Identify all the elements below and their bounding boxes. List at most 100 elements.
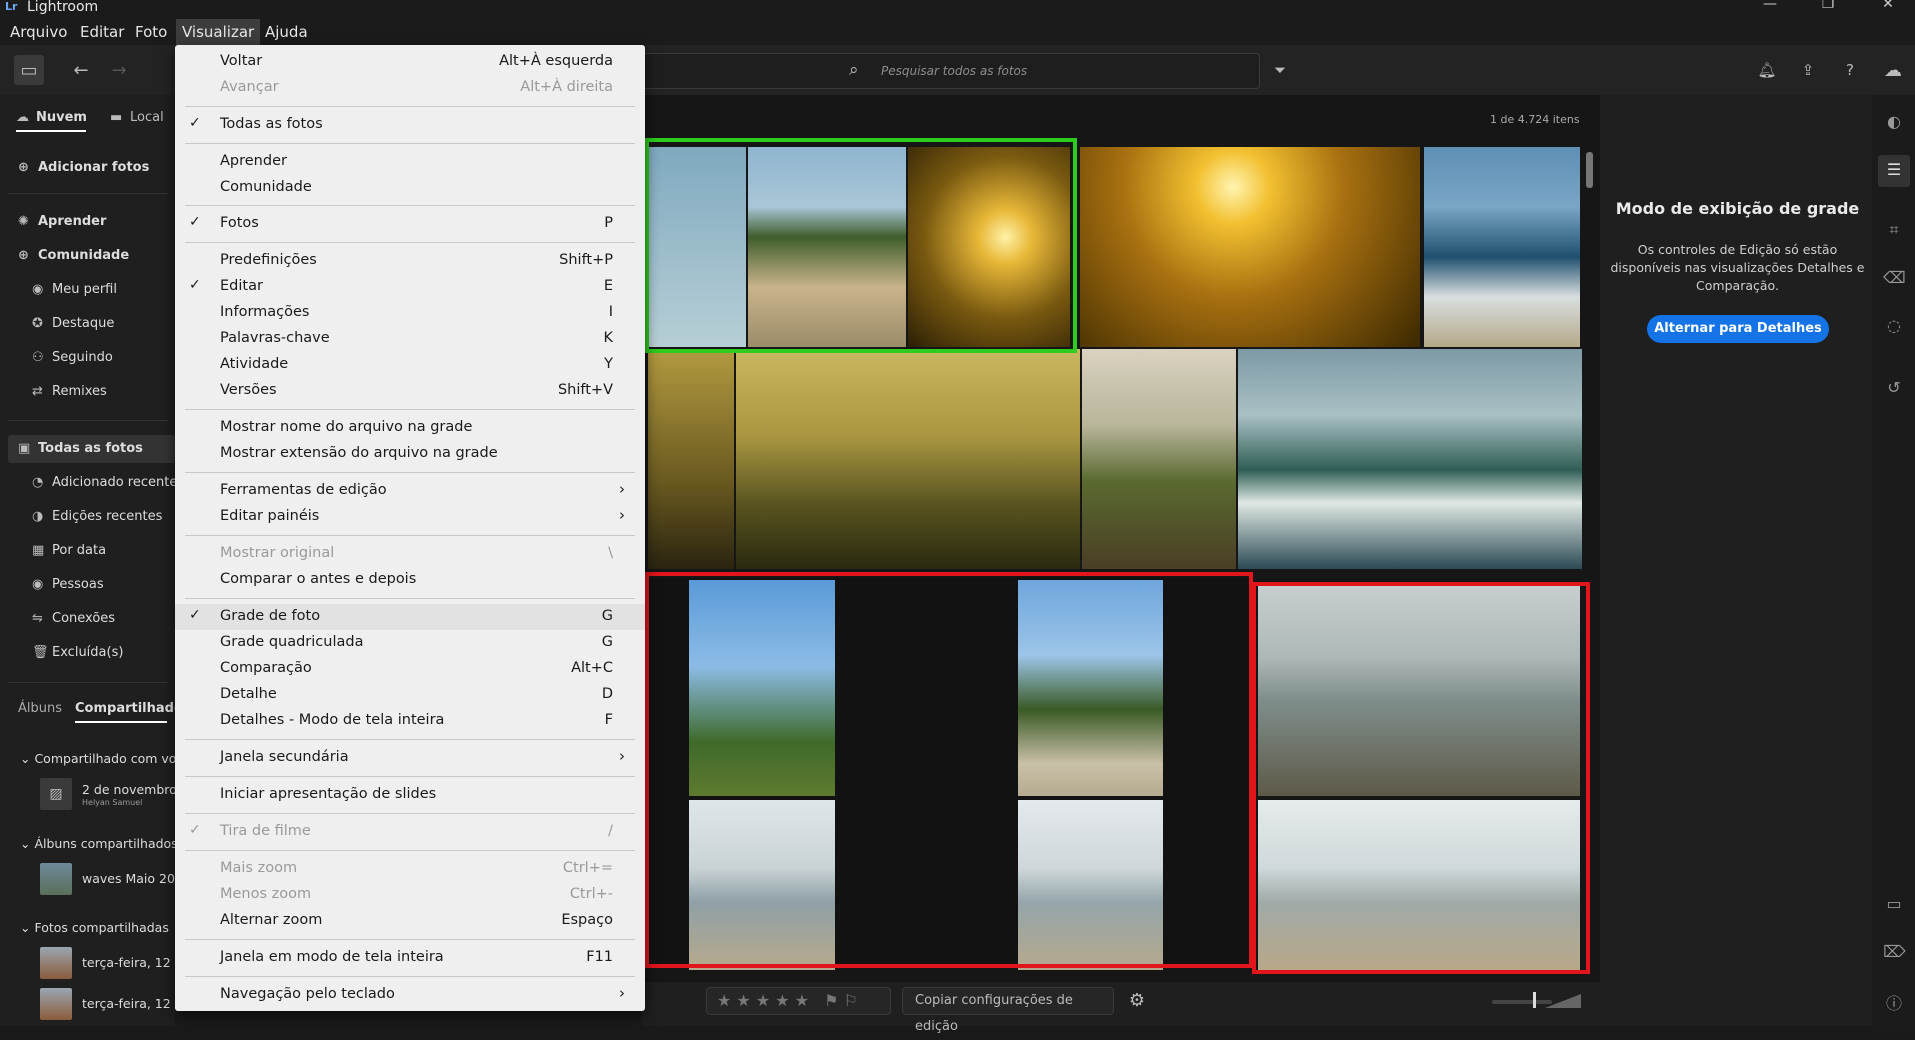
reject-flag-icon[interactable]: ⚐ bbox=[844, 991, 858, 1010]
back-arrow-icon[interactable]: ← bbox=[66, 55, 96, 85]
copy-edit-settings-button[interactable]: Copiar configurações de edição bbox=[902, 987, 1114, 1034]
help-icon[interactable]: ? bbox=[1835, 55, 1865, 85]
menu-item-show-original[interactable]: Mostrar original \ bbox=[175, 541, 645, 567]
menu-item-compare[interactable]: Comparação Alt+C bbox=[175, 656, 645, 682]
tag-icon[interactable]: ⌦ bbox=[1883, 942, 1906, 961]
menu-item-todas-as-fotos[interactable]: ✓ Todas as fotos bbox=[175, 112, 645, 138]
menu-visualizar[interactable]: Visualizar bbox=[176, 19, 261, 45]
menu-item-edit-panels[interactable]: Editar painéis › bbox=[175, 504, 645, 530]
comment-icon[interactable]: ▭ bbox=[1883, 894, 1905, 913]
menu-item-palavras-chave[interactable]: Palavras-chave K bbox=[175, 326, 645, 352]
chevron-right-icon: › bbox=[619, 506, 625, 524]
photo-thumbnail[interactable] bbox=[1424, 147, 1580, 347]
flag-icon[interactable]: ⚑ bbox=[824, 991, 838, 1010]
add-photos-button[interactable]: ⊕ Adicionar fotos bbox=[18, 160, 149, 175]
mask-icon[interactable]: ◌ bbox=[1883, 316, 1905, 335]
crop-icon[interactable]: ⌗ bbox=[1883, 220, 1905, 240]
menu-item-comunidade[interactable]: Comunidade bbox=[175, 175, 645, 201]
tab-albums[interactable]: Álbuns bbox=[18, 701, 62, 716]
photo-thumbnail[interactable] bbox=[1080, 147, 1420, 347]
sidebar-item-learn[interactable]: ✺ Aprender bbox=[18, 214, 106, 229]
history-icon[interactable]: ↺ bbox=[1883, 378, 1905, 397]
menu-item-detail[interactable]: Detalhe D bbox=[175, 682, 645, 708]
menu-item-zoom-in[interactable]: Mais zoom Ctrl+= bbox=[175, 856, 645, 882]
menu-item-keyboard-navigation[interactable]: Navegação pelo teclado › bbox=[175, 982, 645, 1008]
menu-item-edit-tools[interactable]: Ferramentas de edição › bbox=[175, 478, 645, 504]
album-item[interactable]: waves Maio 202 bbox=[82, 871, 183, 886]
section-shared-albums[interactable]: ⌄ Álbuns compartilhados bbox=[20, 836, 178, 851]
menu-item-fullscreen-window[interactable]: Janela em modo de tela inteira F11 bbox=[175, 945, 645, 971]
menu-item-toggle-zoom[interactable]: Alternar zoom Espaço bbox=[175, 908, 645, 934]
sidebar-item-recent-edits[interactable]: ◑ Edições recentes bbox=[32, 509, 162, 524]
presets-icon[interactable]: ◐ bbox=[1883, 112, 1905, 131]
gear-icon[interactable]: ⚙ bbox=[1122, 987, 1152, 1015]
search-input[interactable]: ⌕ Pesquisar todos as fotos bbox=[640, 53, 1260, 89]
grid-mode-description: Os controles de Edição só estão disponív… bbox=[1610, 242, 1865, 293]
sidebar-item-recently-added[interactable]: ◔ Adicionado recentem bbox=[32, 475, 190, 490]
menu-item-avancar[interactable]: Avançar Alt+À direita bbox=[175, 75, 645, 101]
photo-thumbnail[interactable] bbox=[1082, 349, 1236, 569]
menu-item-editar[interactable]: ✓ Editar E bbox=[175, 274, 645, 300]
slider-handle[interactable] bbox=[1533, 992, 1536, 1008]
tab-cloud[interactable]: ☁ Nuvem bbox=[16, 110, 87, 125]
menu-item-square-grid[interactable]: Grade quadriculada G bbox=[175, 630, 645, 656]
photo-thumbnail[interactable] bbox=[1238, 349, 1582, 569]
menu-ajuda[interactable]: Ajuda bbox=[261, 23, 312, 41]
section-shared-with-you[interactable]: ⌄ Compartilhado com voc bbox=[20, 751, 183, 766]
menu-item-aprender[interactable]: Aprender bbox=[175, 149, 645, 175]
eraser-icon[interactable]: ⌫ bbox=[1883, 268, 1906, 287]
filter-icon[interactable]: ⏷ bbox=[1265, 55, 1295, 85]
tab-local[interactable]: ▬ Local bbox=[110, 110, 164, 125]
sidebar-item-all-photos[interactable]: ▣ Todas as fotos bbox=[18, 441, 143, 456]
menu-item-filmstrip[interactable]: ✓ Tira de filme / bbox=[175, 819, 645, 845]
menu-item-fotos[interactable]: ✓ Fotos P bbox=[175, 211, 645, 237]
minimize-button[interactable]: — bbox=[1750, 0, 1790, 12]
menu-item-before-after[interactable]: Comparar o antes e depois bbox=[175, 567, 645, 593]
menu-item-atividade[interactable]: Atividade Y bbox=[175, 352, 645, 378]
sidebar-item-people[interactable]: ◉ Pessoas bbox=[32, 577, 104, 592]
menu-item-predefinicoes[interactable]: Predefinições Shift+P bbox=[175, 248, 645, 274]
restore-button[interactable]: ❐ bbox=[1808, 0, 1848, 12]
menu-arquivo[interactable]: Arquivo bbox=[6, 23, 71, 41]
menu-item-slideshow[interactable]: Iniciar apresentação de slides bbox=[175, 782, 645, 808]
sidebar-item-profile[interactable]: ◉ Meu perfil bbox=[32, 282, 117, 297]
menu-item-versoes[interactable]: Versões Shift+V bbox=[175, 378, 645, 404]
menu-item-informacoes[interactable]: Informações I bbox=[175, 300, 645, 326]
grid-scrollbar[interactable] bbox=[1586, 152, 1593, 188]
menu-item-zoom-out[interactable]: Menos zoom Ctrl+- bbox=[175, 882, 645, 908]
panel-toggle-icon[interactable]: ▭ bbox=[14, 55, 44, 85]
section-shared-photos[interactable]: ⌄ Fotos compartilhadas bbox=[20, 920, 169, 935]
menu-separator bbox=[185, 242, 635, 243]
sliders-icon[interactable]: ☰ bbox=[1883, 160, 1905, 179]
switch-to-detail-button[interactable]: Alternar para Detalhes bbox=[1647, 315, 1829, 343]
tab-shared[interactable]: Compartilhado bbox=[75, 701, 183, 716]
menu-item-voltar[interactable]: Voltar Alt+À esquerda bbox=[175, 49, 645, 75]
sidebar-item-by-date[interactable]: ▦ Por data bbox=[32, 543, 106, 558]
bell-icon[interactable]: 🔔︎ bbox=[1752, 55, 1782, 85]
sidebar-item-deleted[interactable]: 🗑︎ Excluída(s) bbox=[32, 645, 123, 660]
forward-arrow-icon[interactable]: → bbox=[104, 55, 134, 85]
info-icon[interactable]: ⓘ bbox=[1883, 990, 1905, 1014]
sidebar-item-following[interactable]: ⚇ Seguindo bbox=[32, 350, 113, 365]
menu-item-show-filename[interactable]: Mostrar nome do arquivo na grade bbox=[175, 415, 645, 441]
menu-item-show-extension[interactable]: Mostrar extensão do arquivo na grade bbox=[175, 441, 645, 467]
sidebar-item-featured[interactable]: ✪ Destaque bbox=[32, 316, 114, 331]
photo-thumbnail[interactable] bbox=[736, 349, 1080, 569]
share-icon[interactable]: ⇪ bbox=[1793, 55, 1823, 85]
close-button[interactable]: ✕ bbox=[1868, 0, 1908, 12]
sidebar-item-remixes[interactable]: ⇄ Remixes bbox=[32, 384, 107, 399]
thumbnail-size-slider[interactable] bbox=[1492, 1000, 1552, 1004]
sidebar-item-community[interactable]: ⊕ Comunidade bbox=[18, 248, 129, 263]
menu-editar[interactable]: Editar bbox=[76, 23, 128, 41]
tab-underline bbox=[75, 721, 167, 723]
shared-item-title[interactable]: 2 de novembro d bbox=[82, 782, 189, 797]
menu-foto[interactable]: Foto bbox=[131, 23, 171, 41]
photo-thumbnail[interactable] bbox=[648, 349, 734, 569]
menu-item-photo-grid[interactable]: ✓ Grade de foto G bbox=[175, 604, 645, 630]
left-panel bbox=[0, 95, 175, 1026]
menu-item-secondary-window[interactable]: Janela secundária › bbox=[175, 745, 645, 771]
star-rating[interactable]: ★ ★ ★ ★ ★ ⚑ ⚐ bbox=[706, 987, 891, 1015]
cloud-icon[interactable]: ☁ bbox=[1878, 55, 1908, 85]
sidebar-item-connections[interactable]: ⇋ Conexões bbox=[32, 611, 115, 626]
menu-item-detail-fullscreen[interactable]: Detalhes - Modo de tela inteira F bbox=[175, 708, 645, 734]
